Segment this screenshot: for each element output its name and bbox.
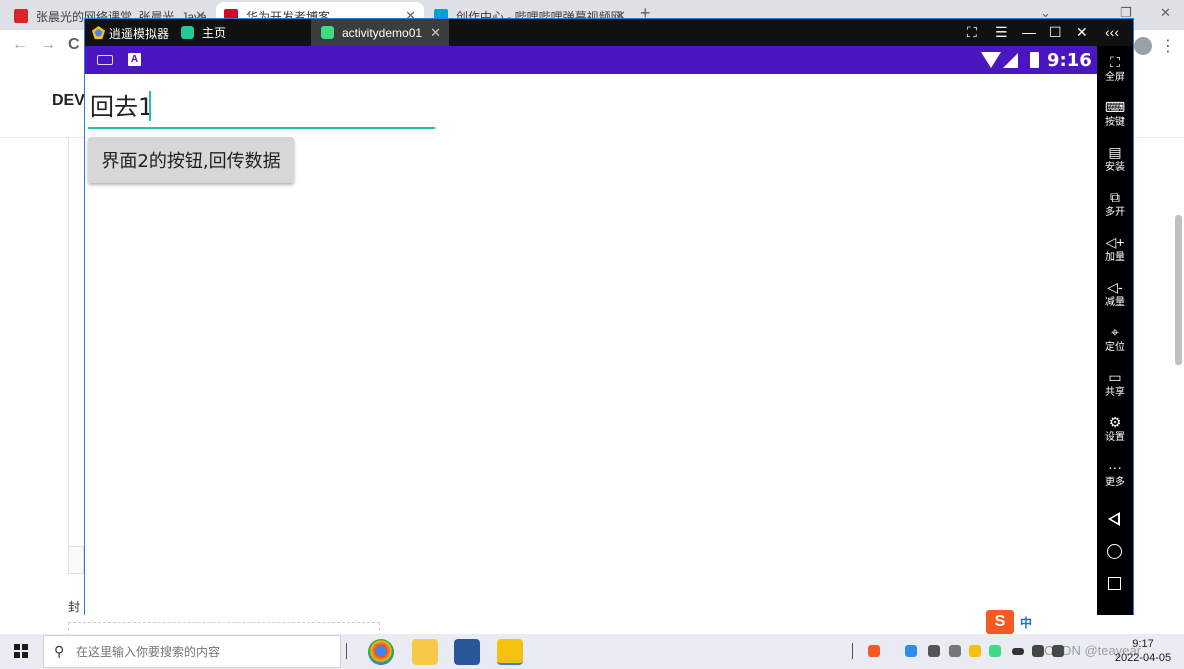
sidebar-location-label: 定位	[1105, 342, 1125, 353]
return-data-button[interactable]: 界面2的按钮,回传数据	[88, 137, 294, 183]
status-clock: 9:16	[1047, 50, 1092, 71]
sidebar-fullscreen[interactable]: ⛶ 全屏	[1097, 46, 1133, 90]
word-app-icon[interactable]	[454, 639, 480, 665]
tray-app-icon[interactable]	[905, 645, 917, 657]
emulator-tab-activitydemo-label: activitydemo01	[342, 25, 423, 40]
edit-text-field[interactable]	[88, 84, 435, 124]
maximize-icon[interactable]: ☐	[1049, 24, 1062, 41]
file-explorer-icon[interactable]	[412, 639, 438, 665]
memu-app-icon[interactable]	[497, 639, 523, 665]
fullscreen-icon: ⛶	[1110, 54, 1120, 70]
sogou-ime-icon[interactable]: S	[986, 610, 1014, 634]
menu-icon[interactable]: ☰	[995, 24, 1008, 41]
folder-icon: ▭	[1108, 369, 1122, 385]
wifi-icon	[981, 52, 1001, 68]
editor-left-panel	[68, 138, 84, 574]
sogou-tray-icon[interactable]	[868, 645, 880, 657]
minimize-icon[interactable]: —	[1022, 24, 1036, 40]
close-window-icon[interactable]: ✕	[1160, 5, 1171, 21]
collapse-sidebar-icon[interactable]: ‹‹‹	[1105, 24, 1119, 40]
page-scrollbar[interactable]	[1175, 215, 1182, 365]
sidebar-share-label: 共享	[1105, 387, 1125, 398]
sidebar-location[interactable]: ⌖ 定位	[1097, 316, 1133, 360]
browser-menu-icon[interactable]: ⋮	[1160, 36, 1176, 56]
volume-up-icon: ◁+	[1105, 234, 1125, 250]
close-icon[interactable]: ✕	[430, 25, 441, 41]
tray-wifi-icon[interactable]	[1032, 645, 1044, 657]
keyboard-icon: ⌨	[1104, 99, 1126, 115]
site-51cto-icon	[14, 9, 28, 23]
sidebar-fullscreen-label: 全屏	[1105, 72, 1125, 83]
home-tab-icon	[181, 26, 194, 39]
close-icon[interactable]: ✕	[1076, 24, 1088, 41]
emulator-tab-home[interactable]: 主页	[181, 19, 301, 46]
gear-icon: ⚙	[1108, 414, 1122, 430]
more-icon: ···	[1108, 459, 1122, 475]
sidebar-volume-up-label: 加量	[1105, 252, 1125, 263]
memu-logo-icon	[91, 25, 106, 40]
sidebar-multi[interactable]: ⧉ 多开	[1097, 181, 1133, 225]
cell-signal-icon	[1003, 53, 1018, 68]
emulator-sidebar: ⛶ 全屏 ⌨ 按键 ▤ 安装 ⧉ 多开 ◁+ 加量 ◁- 减量 ⌖ 定位 ▭ 共	[1097, 46, 1133, 615]
sidebar-volume-up[interactable]: ◁+ 加量	[1097, 226, 1133, 270]
battery-icon	[1030, 52, 1039, 68]
ime-mode-indicator[interactable]: 中	[1020, 614, 1032, 631]
android-home-icon[interactable]	[1107, 544, 1122, 559]
emulator-app-name: 逍遥模拟器	[109, 27, 170, 41]
edit-text-container	[88, 84, 435, 129]
cover-label: 封	[68, 600, 81, 614]
windows-taskbar: ⚲ 9:17 2022-04-05	[0, 634, 1184, 669]
sidebar-volume-down[interactable]: ◁- 减量	[1097, 271, 1133, 315]
text-cursor	[149, 91, 151, 121]
sidebar-share[interactable]: ▭ 共享	[1097, 361, 1133, 405]
a-notification-icon: A	[128, 53, 141, 66]
sidebar-keys-label: 按键	[1105, 117, 1125, 128]
android-back-icon-inner	[1111, 515, 1118, 523]
sidebar-install[interactable]: ▤ 安装	[1097, 136, 1133, 180]
android-status-bar: A 9:16	[85, 46, 1097, 74]
sidebar-settings-label: 设置	[1105, 432, 1125, 443]
android-recents-icon[interactable]	[1108, 577, 1121, 590]
emulator-tab-home-label: 主页	[202, 26, 227, 40]
apk-install-icon: ▤	[1108, 144, 1122, 160]
forward-arrow-icon[interactable]: →	[40, 36, 56, 54]
search-icon: ⚲	[54, 643, 65, 659]
chrome-app-icon[interactable]	[368, 639, 394, 665]
location-icon: ⌖	[1111, 324, 1119, 340]
back-arrow-icon[interactable]: ←	[12, 36, 28, 54]
profile-avatar-icon[interactable]	[1134, 37, 1152, 55]
android-screen: A 9:16 界面2的按钮,回传数据	[85, 46, 1097, 615]
battery-icon[interactable]	[1012, 648, 1024, 655]
tray-divider	[852, 643, 853, 659]
sidebar-more-label: 更多	[1105, 477, 1125, 488]
emulator-titlebar: 逍遥模拟器 主页 activitydemo01 ✕ ⛶ ☰ — ☐ ✕ ‹‹‹	[85, 19, 1133, 46]
multi-instance-icon: ⧉	[1110, 189, 1120, 205]
csdn-watermark: CSDN @teayear	[1044, 643, 1142, 658]
android-app-icon	[321, 26, 334, 39]
sidebar-volume-down-label: 减量	[1105, 297, 1125, 308]
tray-memu-icon[interactable]	[969, 645, 981, 657]
keyboard-icon	[97, 55, 113, 65]
editor-panel-box	[68, 546, 84, 574]
sidebar-keys[interactable]: ⌨ 按键	[1097, 91, 1133, 135]
sidebar-install-label: 安装	[1105, 162, 1125, 173]
tray-android-icon[interactable]	[989, 645, 1001, 657]
volume-down-icon: ◁-	[1107, 279, 1123, 295]
screen-fit-icon[interactable]: ⛶	[967, 24, 977, 41]
sidebar-more[interactable]: ··· 更多	[1097, 451, 1133, 495]
sidebar-settings[interactable]: ⚙ 设置	[1097, 406, 1133, 450]
edit-text-underline	[88, 127, 435, 129]
page-logo-text: DEV	[52, 92, 85, 109]
windows-start-icon[interactable]	[14, 644, 28, 658]
reload-icon[interactable]: C	[68, 36, 80, 54]
emulator-tab-activitydemo[interactable]: activitydemo01 ✕	[311, 19, 449, 46]
tray-copy-icon[interactable]	[949, 645, 961, 657]
emulator-window: 逍遥模拟器 主页 activitydemo01 ✕ ⛶ ☰ — ☐ ✕ ‹‹‹ …	[84, 18, 1134, 615]
sidebar-multi-label: 多开	[1105, 207, 1125, 218]
taskbar-search-box[interactable]: ⚲	[43, 635, 341, 668]
task-view-icon[interactable]	[346, 643, 347, 659]
taskbar-search-input[interactable]	[76, 643, 326, 661]
tray-phone-icon[interactable]	[928, 645, 940, 657]
